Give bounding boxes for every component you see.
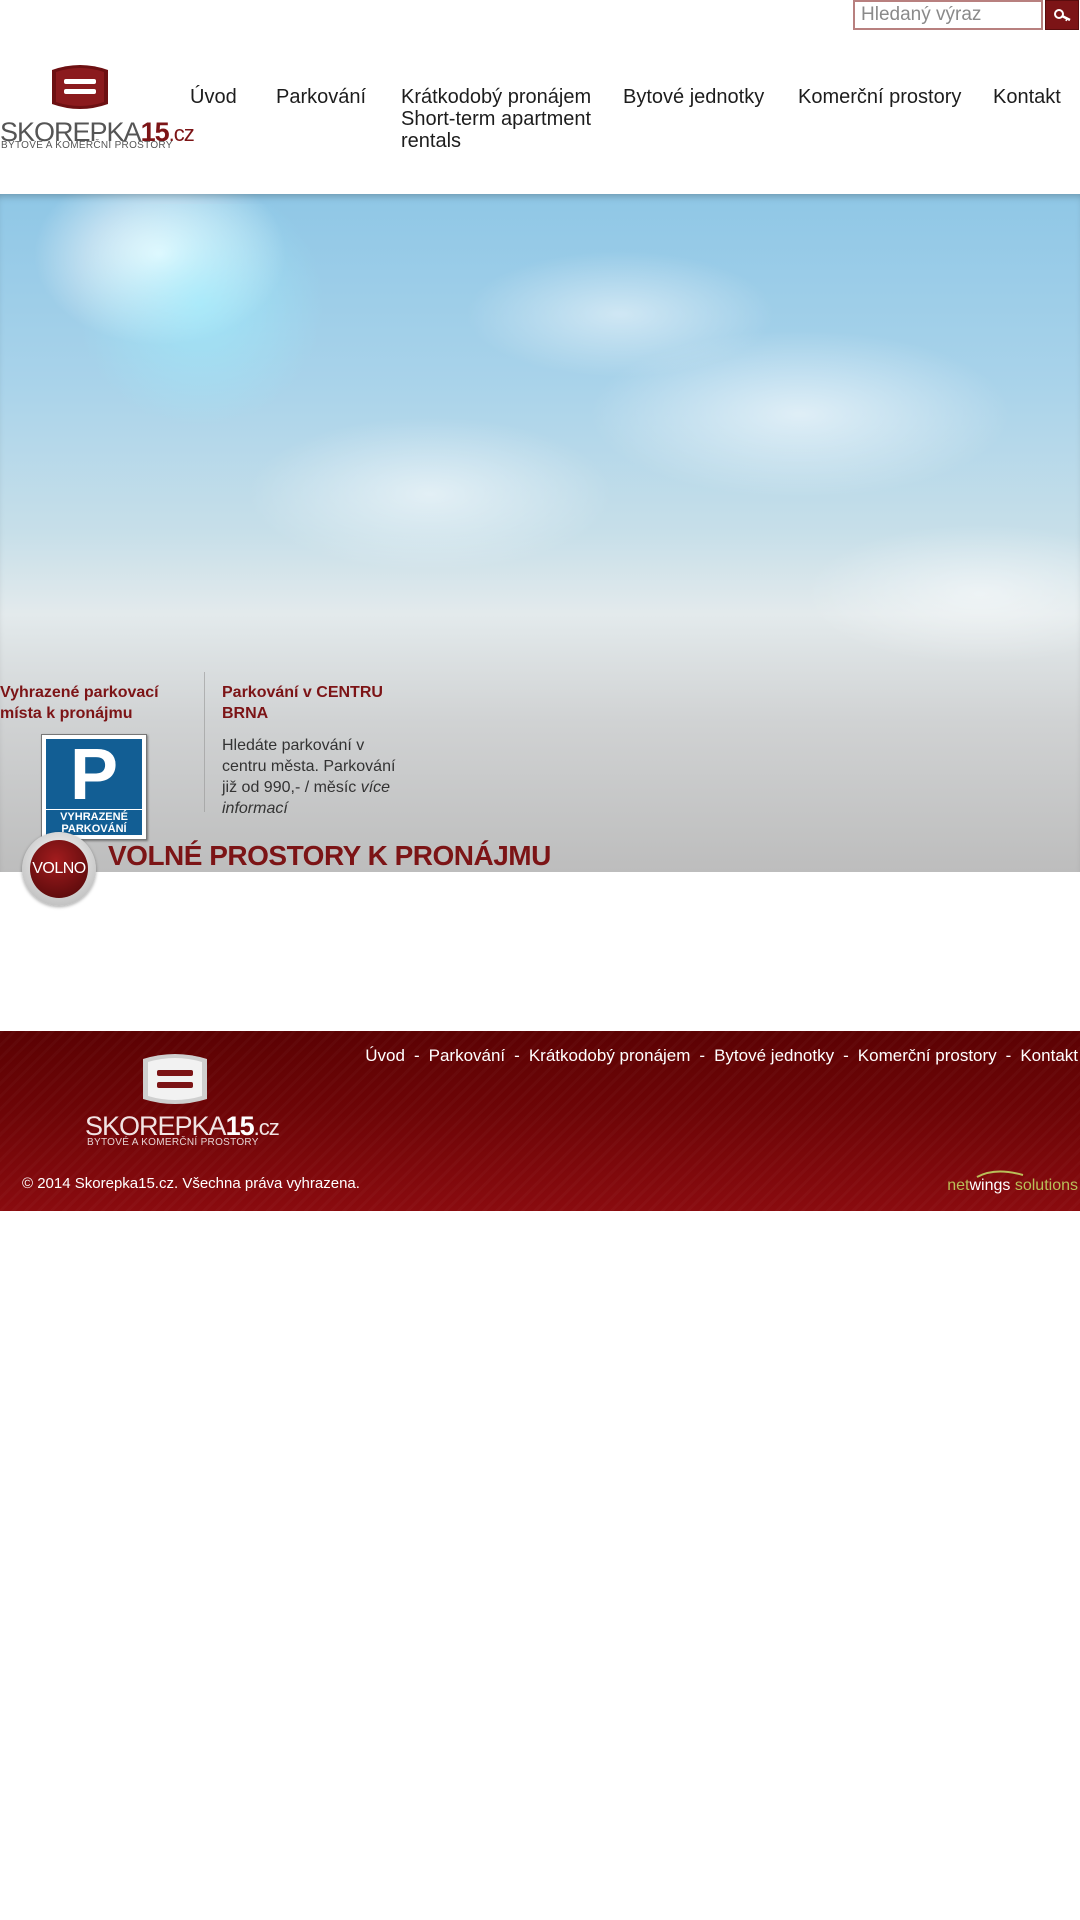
parking-sign-line: VYHRAZENÉ — [60, 811, 128, 823]
search-key-icon — [1054, 9, 1071, 22]
center-parking-heading[interactable]: Parkování v CENTRU BRNA — [222, 682, 392, 724]
footer-link-parkovani[interactable]: Parkování — [429, 1046, 506, 1065]
footer-separator: - — [843, 1046, 849, 1065]
footer-logo-mark-icon — [143, 1054, 207, 1104]
parking-sign-panel: P VYHRAZENÉ PARKOVÁNÍ — [46, 735, 142, 835]
search-box — [853, 0, 1079, 30]
hero-sun-flare — [70, 204, 330, 424]
netwings-credit-link[interactable]: netwings solutions — [947, 1170, 1078, 1195]
footer-logo-subtitle: BYTOVÉ A KOMERČNÍ PROSTORY — [87, 1137, 259, 1148]
netwings-credit-part: solutions — [1010, 1177, 1078, 1194]
nav-item-parkovani[interactable]: Parkování — [276, 86, 366, 108]
search-input[interactable] — [853, 0, 1043, 30]
parking-heading[interactable]: Vyhrazené parkovací místa k pronájmu — [0, 682, 180, 724]
footer-link-bytove-jednotky[interactable]: Bytové jednotky — [714, 1046, 834, 1065]
nav-item-komercni-prostory[interactable]: Komerční prostory — [798, 86, 961, 108]
volno-badge: VOLNO — [22, 832, 96, 906]
nav-item-label: Krátkodobý pronájem — [401, 86, 592, 108]
footer-separator: - — [699, 1046, 706, 1065]
footer-separator: - — [1005, 1046, 1012, 1065]
volno-title: VOLNÉ PROSTORY K PRONÁJMU — [108, 840, 551, 871]
footer-link-kontakt[interactable]: Kontakt — [1020, 1046, 1078, 1065]
footer-link-kratkodoby-pronajem[interactable]: Krátkodobý pronájem — [529, 1046, 691, 1065]
parking-sign-letter: P — [69, 735, 119, 815]
footer-link-komercni-prostory[interactable]: Komerční prostory — [858, 1046, 997, 1065]
netwings-swoosh-icon — [976, 1170, 1024, 1178]
footer-separator: - — [413, 1046, 420, 1065]
netwings-credit-part: wings — [969, 1177, 1011, 1194]
hero-banner — [0, 194, 1080, 872]
center-parking-text: Hledáte parkování v centru města. Parkov… — [222, 735, 407, 819]
site-logo[interactable]: SKOREPKA15.cz BYTOVÉ A KOMERČNÍ PROSTORY — [0, 62, 195, 157]
info-divider — [204, 672, 205, 812]
parking-sign-icon[interactable]: P VYHRAZENÉ PARKOVÁNÍ — [41, 734, 147, 840]
parking-sign-divider — [46, 809, 142, 810]
search-button[interactable] — [1045, 0, 1079, 30]
copyright-text: © 2014 Skorepka15.cz. Všechna práva vyhr… — [22, 1175, 360, 1192]
nav-item-sublabel: Short-term apartment — [401, 108, 592, 130]
logo-mark-icon — [52, 65, 108, 109]
footer-nav: Úvod - Parkování - Krátkodobý pronájem - Bytov… — [365, 1046, 1078, 1066]
nav-item-kratkodoby-pronajem[interactable]: Krátkodobý pronájem Short-term apartment… — [401, 86, 591, 152]
nav-item-sublabel: rentals — [401, 130, 462, 152]
volno-badge-inner: VOLNO — [30, 840, 88, 898]
nav-item-kontakt[interactable]: Kontakt — [993, 86, 1061, 108]
nav-item-bytove-jednotky[interactable]: Bytové jednotky — [623, 86, 764, 108]
footer-logo[interactable]: SKOREPKA15.cz BYTOVÉ A KOMERČNÍ PROSTORY — [85, 1051, 285, 1151]
netwings-credit-part: net — [947, 1177, 970, 1194]
footer: SKOREPKA15.cz BYTOVÉ A KOMERČNÍ PROSTORY… — [0, 1031, 1080, 1211]
nav-item-uvod[interactable]: Úvod — [190, 86, 237, 108]
volno-badge-label: VOLNO — [32, 860, 86, 877]
footer-link-uvod[interactable]: Úvod — [365, 1046, 405, 1065]
logo-subtitle: BYTOVÉ A KOMERČNÍ PROSTORY — [1, 140, 173, 151]
footer-separator: - — [514, 1046, 520, 1065]
